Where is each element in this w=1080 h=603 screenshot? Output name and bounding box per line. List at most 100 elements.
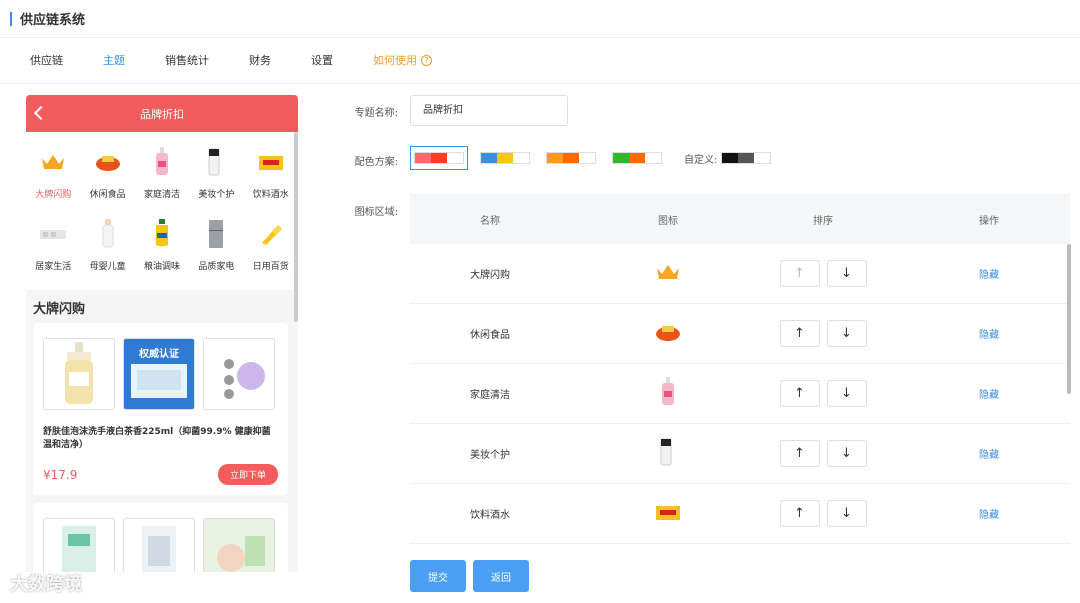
palette-option-blue[interactable] xyxy=(476,146,534,170)
hide-link[interactable]: 隐藏 xyxy=(979,270,999,281)
move-up-button[interactable]: ↑ xyxy=(779,380,820,407)
buy-now-button[interactable]: 立即下单 xyxy=(217,464,278,485)
product-image xyxy=(123,518,195,572)
category-item[interactable]: 大牌闪购 xyxy=(26,142,80,214)
back-button[interactable]: 返回 xyxy=(473,560,529,592)
custom-palette-chips[interactable] xyxy=(721,152,772,164)
category-item[interactable]: 美妆个护 xyxy=(189,142,243,214)
crown-icon xyxy=(40,142,66,182)
palette-option-green[interactable] xyxy=(608,146,666,170)
cleaning-bottle-icon xyxy=(578,377,738,410)
tab-finance[interactable]: 财务 xyxy=(249,38,271,84)
back-arrow-icon[interactable] xyxy=(33,105,49,121)
palette-option-red[interactable] xyxy=(410,146,468,170)
table-scrollbar[interactable] xyxy=(1067,244,1071,394)
sort-buttons: ↑ ↓ xyxy=(738,320,908,347)
icon-table: 名称 图标 排序 操作 大牌闪购 ↑ ↓ 隐藏 休闲食品 ↑ ↓ 隐藏 家庭清洁… xyxy=(410,194,1070,544)
tab-sales-stats[interactable]: 销售统计 xyxy=(165,38,209,84)
cosmetics-icon xyxy=(578,437,738,470)
hide-link[interactable]: 隐藏 xyxy=(979,330,999,341)
table-row: 美妆个护 ↑ ↓ 隐藏 xyxy=(410,424,1070,484)
sort-buttons: ↑ ↓ xyxy=(738,500,908,527)
category-label: 母婴儿童 xyxy=(89,262,126,272)
category-item[interactable]: 粮油调味 xyxy=(135,214,189,286)
product-image xyxy=(43,518,115,572)
move-up-button[interactable]: ↑ xyxy=(779,500,820,527)
appliance-icon xyxy=(207,214,225,254)
product-image xyxy=(43,338,115,410)
category-item[interactable]: 日用百货 xyxy=(244,214,298,286)
baby-bottle-icon xyxy=(101,214,115,254)
category-item[interactable]: 休闲食品 xyxy=(80,142,134,214)
category-label: 饮料酒水 xyxy=(252,190,289,200)
question-icon: ? xyxy=(421,55,432,66)
column-header-action: 操作 xyxy=(979,215,999,227)
hide-link[interactable]: 隐藏 xyxy=(979,450,999,461)
app-header: 供应链系统 xyxy=(0,0,1080,38)
palette-chips xyxy=(546,152,596,164)
column-header-icon: 图标 xyxy=(658,215,678,227)
table-row: 休闲食品 ↑ ↓ 隐藏 xyxy=(410,304,1070,364)
help-link[interactable]: 如何使用? xyxy=(373,38,432,84)
custom-palette[interactable]: 自定义: xyxy=(684,151,772,166)
product-price: ¥17.9 xyxy=(43,467,78,482)
custom-palette-label: 自定义: xyxy=(684,154,718,166)
category-label: 品质家电 xyxy=(198,262,235,272)
watermark: 大数跨境 xyxy=(10,574,82,595)
preview-title: 品牌折扣 xyxy=(140,107,184,121)
product-price-row: ¥17.9 立即下单 xyxy=(43,464,278,485)
title-accent xyxy=(10,11,12,26)
move-up-button[interactable]: ↑ xyxy=(779,260,820,287)
category-label: 休闲食品 xyxy=(89,190,126,200)
tab-theme[interactable]: 主题 xyxy=(103,38,125,84)
category-grid: 大牌闪购 休闲食品 家庭清洁 美妆个护 饮料酒水 居家生活 母婴儿童 粮油调味 xyxy=(26,132,298,290)
oil-bottle-icon xyxy=(152,214,172,254)
category-item[interactable]: 品质家电 xyxy=(189,214,243,286)
category-item[interactable]: 母婴儿童 xyxy=(80,214,134,286)
hide-link[interactable]: 隐藏 xyxy=(979,510,999,521)
column-header-name: 名称 xyxy=(480,215,500,227)
hide-link[interactable]: 隐藏 xyxy=(979,390,999,401)
product-image: 权威认证 xyxy=(123,338,195,410)
tab-settings[interactable]: 设置 xyxy=(311,38,333,84)
cleaning-bottle-icon xyxy=(154,142,170,182)
product-card[interactable] xyxy=(33,503,288,572)
category-label: 日用百货 xyxy=(252,262,289,272)
category-item[interactable]: 饮料酒水 xyxy=(244,142,298,214)
palette-chips xyxy=(612,152,662,164)
drinks-icon xyxy=(257,142,285,182)
move-up-button[interactable]: ↑ xyxy=(779,320,820,347)
row-name: 休闲食品 xyxy=(470,330,510,341)
section-heading: 大牌闪购 xyxy=(33,302,86,317)
category-label: 粮油调味 xyxy=(143,262,180,272)
table-header: 名称 图标 排序 操作 xyxy=(410,194,1070,244)
snack-icon xyxy=(578,321,738,346)
home-living-icon xyxy=(39,214,67,254)
category-item[interactable]: 家庭清洁 xyxy=(135,142,189,214)
row-name: 大牌闪购 xyxy=(470,270,510,281)
move-down-button[interactable]: ↓ xyxy=(826,320,867,347)
palette-chips xyxy=(480,152,530,164)
palette-option-orange[interactable] xyxy=(542,146,600,170)
crown-icon xyxy=(578,262,738,285)
drinks-icon xyxy=(578,501,738,526)
main-nav: 供应链 主题 销售统计 财务 设置 如何使用? xyxy=(0,38,1080,84)
app-title: 供应链系统 xyxy=(20,13,86,28)
palette-chips xyxy=(414,152,464,164)
table-row: 大牌闪购 ↑ ↓ 隐藏 xyxy=(410,244,1070,304)
tab-supply-chain[interactable]: 供应链 xyxy=(30,38,63,84)
category-item[interactable]: 居家生活 xyxy=(26,214,80,286)
move-down-button[interactable]: ↓ xyxy=(826,260,867,287)
move-up-button[interactable]: ↑ xyxy=(779,440,820,467)
move-down-button[interactable]: ↓ xyxy=(826,500,867,527)
product-name: 舒肤佳泡沫洗手液白茶香225ml（抑菌99.9% 健康抑菌温和洁净） xyxy=(43,427,271,450)
submit-button[interactable]: 提交 xyxy=(410,560,466,592)
topic-name-input[interactable]: 品牌折扣 xyxy=(410,95,568,126)
move-down-button[interactable]: ↓ xyxy=(826,380,867,407)
move-down-button[interactable]: ↓ xyxy=(826,440,867,467)
table-row: 饮料酒水 ↑ ↓ 隐藏 xyxy=(410,484,1070,544)
sort-buttons: ↑ ↓ xyxy=(738,440,908,467)
product-image xyxy=(203,518,275,572)
preview-scrollbar[interactable] xyxy=(294,132,298,322)
product-card[interactable]: 权威认证 舒肤佳泡沫洗手液白茶香225ml（抑菌99.9% 健康抑菌温和洁净） … xyxy=(33,323,288,495)
